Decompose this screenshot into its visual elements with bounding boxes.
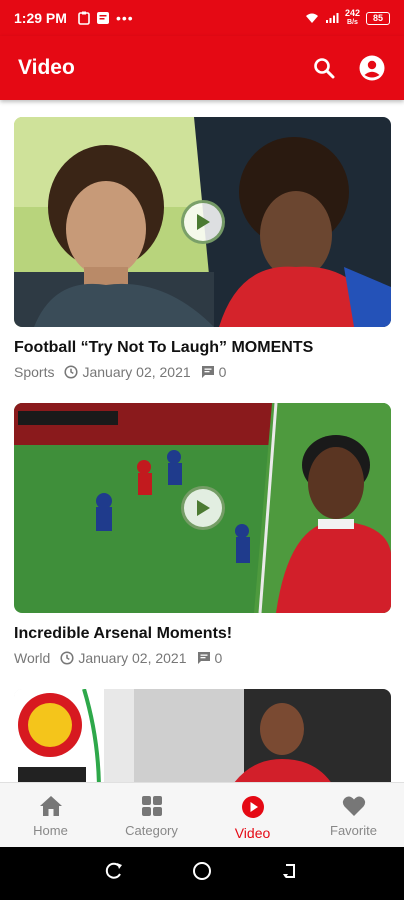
recent-apps-icon: [105, 862, 122, 879]
bottom-navigation: Home Category Video Favorite: [0, 782, 404, 847]
nav-video[interactable]: Video: [202, 783, 303, 847]
video-card[interactable]: Incredible Arsenal Moments! World Januar…: [14, 403, 391, 666]
nav-favorite-label: Favorite: [330, 823, 377, 838]
video-date: January 02, 2021: [64, 364, 191, 380]
nav-category[interactable]: Category: [101, 783, 202, 847]
home-button[interactable]: [192, 861, 212, 886]
status-system-icons: 242 B/s 85: [305, 9, 390, 27]
back-icon: [283, 864, 295, 878]
search-icon: [314, 58, 335, 79]
status-notification-icons: •••: [78, 10, 134, 26]
clock-icon: [60, 651, 74, 665]
video-meta: World January 02, 2021 0: [14, 650, 391, 666]
nav-home-label: Home: [33, 823, 68, 838]
clipboard-icon: [78, 11, 90, 25]
home-icon: [39, 796, 62, 816]
video-date: January 02, 2021: [60, 650, 187, 666]
play-button[interactable]: [180, 486, 225, 530]
message-icon: [97, 12, 109, 24]
back-button[interactable]: [280, 861, 300, 886]
nav-favorite[interactable]: Favorite: [303, 783, 404, 847]
play-circle-icon: [241, 796, 264, 818]
clock-icon: [64, 365, 79, 379]
play-button[interactable]: [180, 200, 225, 244]
video-title[interactable]: Incredible Arsenal Moments!: [14, 625, 391, 643]
comment-icon: [201, 366, 214, 378]
video-title[interactable]: Football “Try Not To Laugh” MOMENTS: [14, 339, 391, 357]
recent-apps-button[interactable]: [104, 861, 124, 886]
grid-icon: [141, 796, 162, 816]
video-category[interactable]: World: [14, 650, 50, 666]
app-bar: Video: [0, 36, 404, 100]
video-card[interactable]: Football “Try Not To Laugh” MOMENTS Spor…: [14, 117, 391, 380]
video-comments: 0: [201, 364, 226, 380]
wifi-icon: [305, 13, 318, 23]
nav-home[interactable]: Home: [0, 783, 101, 847]
home-circle-icon: [193, 862, 211, 880]
heart-icon: [342, 796, 365, 816]
video-category[interactable]: Sports: [14, 364, 54, 380]
status-time: 1:29 PM: [14, 10, 67, 26]
nav-category-label: Category: [125, 823, 178, 838]
net-speed: 242 B/s: [344, 8, 360, 27]
video-meta: Sports January 02, 2021 0: [14, 364, 391, 380]
battery-level: 85: [372, 13, 383, 23]
thumbnail-image: [14, 689, 391, 782]
comment-icon: [197, 652, 210, 664]
signal-icon: [325, 13, 339, 23]
video-thumbnail[interactable]: [14, 403, 391, 613]
video-thumbnail[interactable]: [14, 117, 391, 327]
account-button[interactable]: [358, 54, 386, 82]
play-icon: [196, 214, 210, 230]
search-button[interactable]: [310, 54, 338, 82]
account-icon: [359, 55, 385, 81]
system-navigation-bar: [0, 847, 404, 900]
video-card[interactable]: [14, 689, 391, 782]
nav-video-label: Video: [234, 825, 271, 841]
play-icon: [196, 500, 210, 516]
status-bar: 1:29 PM ••• 242 B/s 85: [0, 0, 404, 36]
video-thumbnail[interactable]: [14, 689, 391, 782]
video-feed[interactable]: Football “Try Not To Laugh” MOMENTS Spor…: [0, 100, 404, 782]
more-notifications: •••: [116, 10, 134, 26]
battery-icon: 85: [366, 11, 390, 25]
video-comments: 0: [197, 650, 222, 666]
page-title: Video: [18, 56, 75, 79]
